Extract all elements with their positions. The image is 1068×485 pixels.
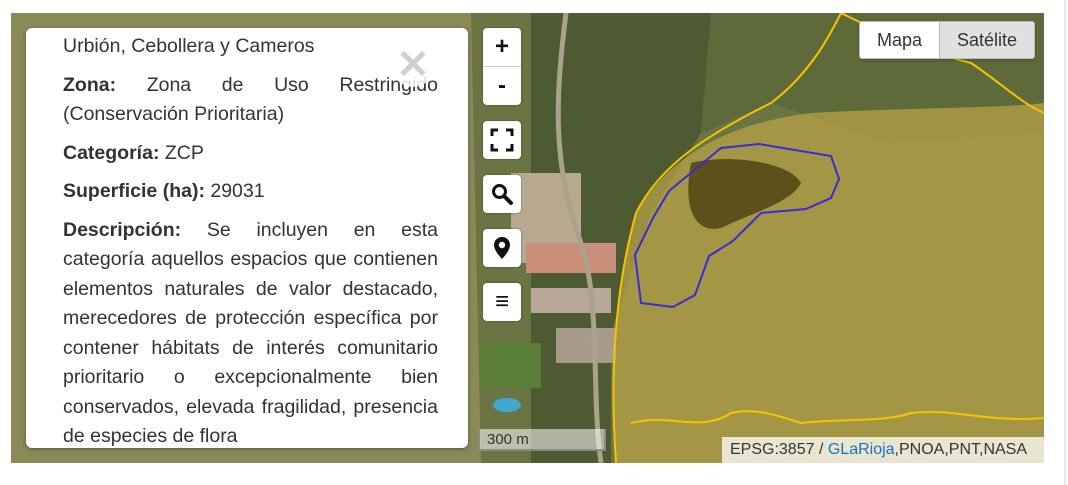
area-label: Superficie (ha):: [63, 180, 205, 202]
popup-content: Urbión, Cebollera y Cameros Zona: Zona d…: [63, 28, 438, 448]
description-label: Descripción:: [63, 218, 182, 241]
page-scrollbar[interactable]: [1064, 0, 1066, 485]
fullscreen-button[interactable]: [483, 121, 521, 159]
zoom-out-button[interactable]: -: [483, 67, 521, 105]
zoom-control: + -: [483, 28, 521, 105]
area-value: 29031: [210, 180, 265, 202]
layer-satellite-button[interactable]: Satélite: [939, 22, 1035, 58]
attribution-suffix: ,PNOA,PNT,NASA: [894, 441, 1028, 458]
zoom-in-button[interactable]: +: [483, 28, 521, 67]
search-button[interactable]: [483, 175, 521, 213]
category-label: Categoría:: [63, 141, 160, 164]
attribution-prefix: EPSG:3857 /: [730, 441, 828, 458]
zone-value: Zona de Uso Restringido (Conservación Pr…: [63, 73, 439, 126]
fullscreen-icon: [490, 128, 514, 152]
scale-bar: 300 m: [478, 429, 606, 451]
popup-close-button[interactable]: ✕: [391, 43, 435, 87]
popup-area-field: Superficie (ha): 29031: [63, 177, 438, 207]
popup-title-line: Urbión, Cebollera y Cameros: [63, 35, 315, 57]
popup-description-field: Descripción: Se incluyen en esta categor…: [63, 216, 438, 449]
menu-button[interactable]: ≡: [483, 283, 521, 321]
zone-label: Zona:: [63, 73, 117, 96]
layer-map-button[interactable]: Mapa: [860, 22, 940, 58]
popup-category-field: Categoría: ZCP: [63, 139, 438, 169]
layer-switcher: Mapa Satélite: [859, 21, 1036, 59]
menu-icon: ≡: [494, 288, 509, 315]
feature-popup: Urbión, Cebollera y Cameros Zona: Zona d…: [26, 28, 468, 448]
attribution-link[interactable]: GLaRioja: [828, 441, 895, 458]
category-value: ZCP: [164, 141, 204, 164]
map-attribution: EPSG:3857 / GLaRioja,PNOA,PNT,NASA: [722, 437, 1044, 463]
search-icon: [492, 184, 513, 205]
map-view[interactable]: Urbión, Cebollera y Cameros Zona: Zona d…: [11, 13, 1044, 463]
close-icon: ✕: [396, 43, 430, 87]
map-pin-icon: [494, 237, 510, 259]
locate-button[interactable]: [483, 229, 521, 267]
description-value: Se incluyen en esta categoría aquellos e…: [63, 218, 438, 448]
popup-zone-field: Zona: Zona de Uso Restringido (Conservac…: [63, 71, 438, 130]
